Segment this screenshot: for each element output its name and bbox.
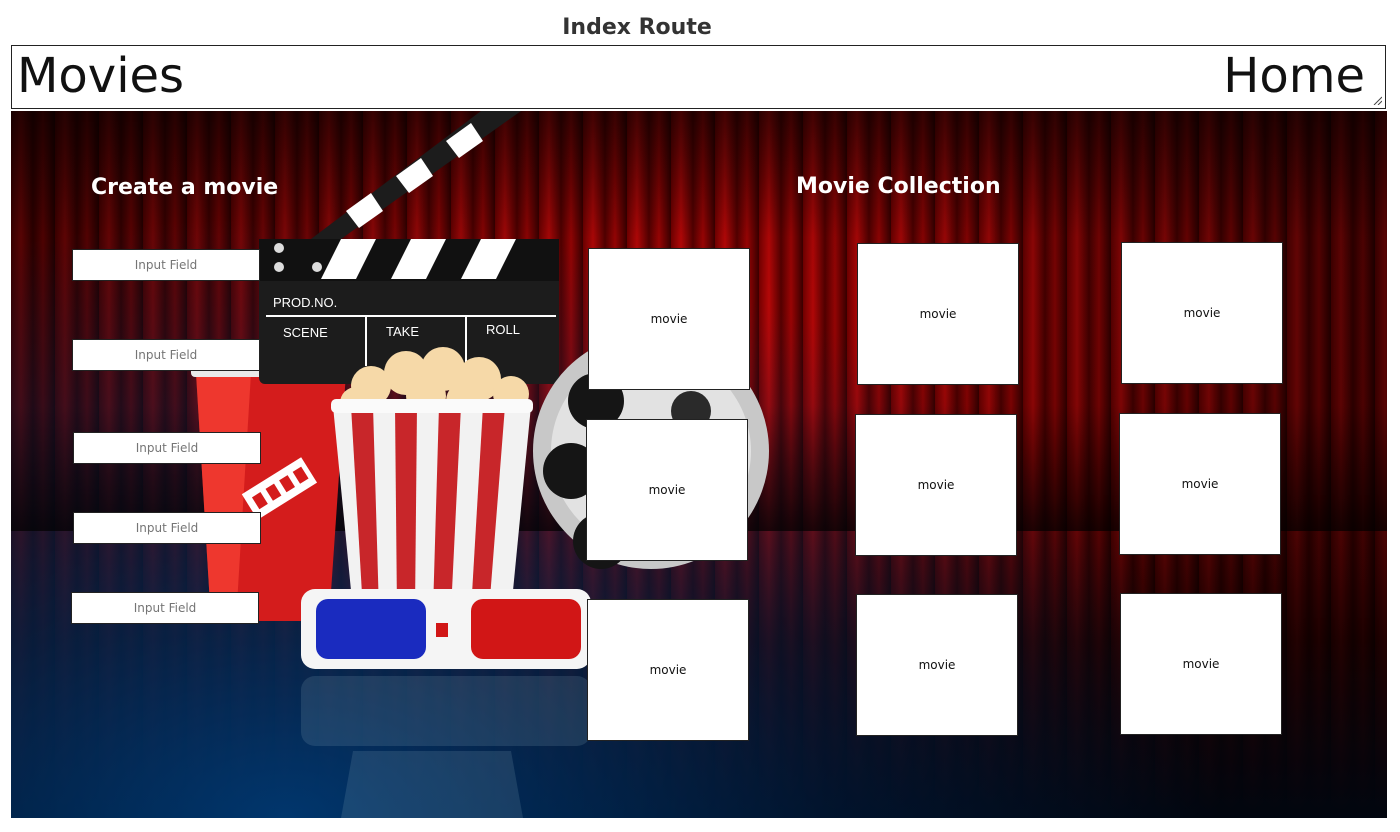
movie-stage: PROD.NO. SCENE TAKE ROLL Create a movie … — [11, 111, 1387, 818]
movie-card[interactable]: movie — [1121, 242, 1283, 384]
movie-card[interactable]: movie — [586, 419, 748, 561]
movie-collection-heading: Movie Collection — [796, 174, 1001, 199]
route-title: Index Route — [562, 15, 712, 40]
clapperboard-icon: PROD.NO. SCENE TAKE ROLL — [259, 111, 559, 384]
clapper-prod-label: PROD.NO. — [273, 295, 337, 310]
movie-card[interactable]: movie — [1120, 593, 1282, 735]
clapper-take-label: TAKE — [386, 324, 419, 339]
home-link[interactable]: Home — [1223, 48, 1365, 104]
create-movie-heading: Create a movie — [91, 175, 279, 200]
movie-card[interactable]: movie — [587, 599, 749, 741]
movie-card[interactable]: movie — [588, 248, 750, 390]
app-header: Movies Home — [11, 45, 1386, 109]
resize-handle-icon[interactable] — [1372, 95, 1382, 105]
movie-input-field-1[interactable] — [72, 249, 260, 281]
3d-glasses-icon — [301, 589, 591, 669]
brand-link[interactable]: Movies — [17, 48, 184, 104]
clapper-scene-label: SCENE — [283, 325, 328, 340]
movie-card[interactable]: movie — [1119, 413, 1281, 555]
movie-input-field-4[interactable] — [73, 512, 261, 544]
clapper-roll-label: ROLL — [486, 322, 520, 337]
movie-input-field-2[interactable] — [72, 339, 260, 371]
movie-card[interactable]: movie — [856, 594, 1018, 736]
movie-input-field-3[interactable] — [73, 432, 261, 464]
movie-card[interactable]: movie — [855, 414, 1017, 556]
movie-card[interactable]: movie — [857, 243, 1019, 385]
movie-input-field-5[interactable] — [71, 592, 259, 624]
popcorn-icon — [331, 347, 533, 611]
floor-reflection — [301, 676, 591, 818]
